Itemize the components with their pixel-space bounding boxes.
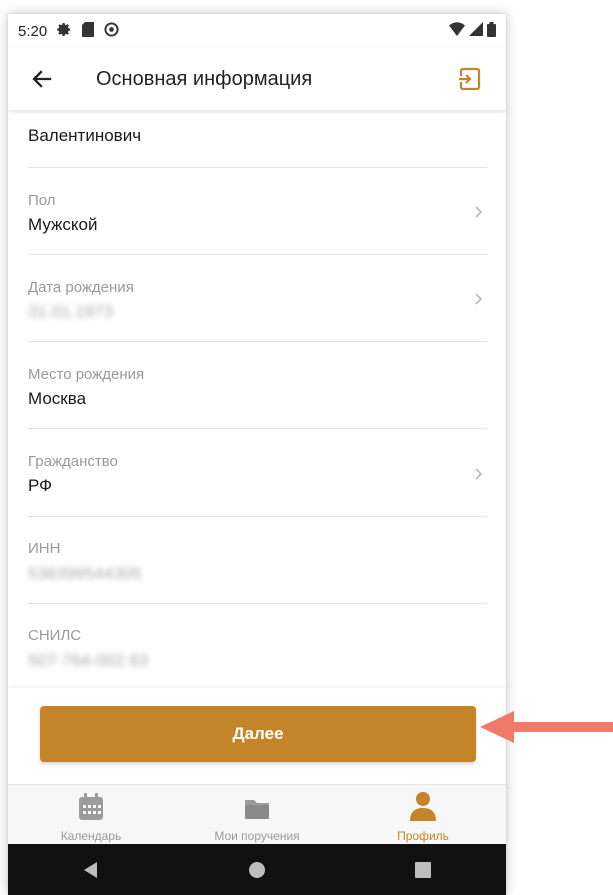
page-title: Основная информация: [96, 68, 313, 90]
nav-item-tasks[interactable]: Мои поручения: [174, 785, 340, 845]
field-label: ИНН: [28, 540, 61, 557]
field-patronymic: Валентинович: [28, 110, 487, 168]
status-time: 5:20: [18, 22, 48, 40]
nav-item-profile[interactable]: Профиль: [340, 785, 506, 845]
square-recents-icon: [415, 861, 431, 878]
status-right: [449, 21, 496, 41]
field-value: 536399544305: [28, 564, 142, 583]
calendar-icon: [79, 793, 103, 820]
chevron-right-icon: [475, 293, 483, 305]
nav-item-calendar[interactable]: Календарь: [8, 785, 174, 845]
system-recents-button[interactable]: [403, 850, 443, 890]
field-snils[interactable]: СНИЛС 507-764-002 83: [28, 604, 487, 688]
nav-label: Мои поручения: [214, 829, 300, 843]
footer-area: Далее: [8, 688, 506, 784]
phone-screen: 5:20 Основная информация Валентинович По…: [8, 14, 506, 895]
field-label: Гражданство: [28, 453, 118, 470]
person-icon: [410, 792, 436, 821]
triangle-back-icon: [84, 861, 97, 878]
field-citizenship[interactable]: Гражданство РФ: [28, 429, 487, 517]
app-bar: Основная информация: [8, 48, 506, 110]
pointer-arrow-icon: [480, 711, 613, 743]
field-inn[interactable]: ИНН 536399544305: [28, 517, 487, 604]
bottom-nav: Календарь Мои поручения Профиль: [8, 784, 506, 845]
system-home-button[interactable]: [237, 850, 277, 890]
field-label: Дата рождения: [28, 279, 134, 296]
field-label: СНИЛС: [28, 627, 82, 644]
gear-icon: [57, 22, 72, 41]
nav-label: Календарь: [60, 829, 122, 843]
chevron-right-icon: [475, 468, 483, 480]
field-value: Валентинович: [28, 126, 142, 145]
system-nav-bar: [8, 844, 506, 895]
field-value: РФ: [28, 476, 53, 495]
logout-icon[interactable]: [456, 66, 482, 92]
system-back-button[interactable]: [71, 850, 111, 890]
field-label: Место рождения: [28, 366, 145, 383]
signal-icon: [469, 22, 483, 40]
field-value: Мужской: [28, 215, 98, 234]
chevron-right-icon: [475, 206, 483, 218]
sd-card-icon: [82, 21, 95, 41]
field-value: 31.01.1973: [28, 302, 114, 321]
wifi-icon: [449, 22, 465, 40]
status-bar: 5:20: [8, 14, 506, 48]
circle-home-icon: [249, 861, 265, 878]
field-birth-place[interactable]: Место рождения Москва: [28, 342, 487, 429]
next-button[interactable]: Далее: [40, 706, 476, 762]
field-gender[interactable]: Пол Мужской: [28, 168, 487, 255]
field-value: 507-764-002 83: [28, 651, 149, 670]
field-label: Пол: [28, 192, 56, 209]
nav-label: Профиль: [397, 829, 449, 843]
sync-icon: [104, 21, 119, 41]
info-list: Валентинович Пол Мужской Дата рождения 3…: [8, 110, 506, 688]
field-birth-date[interactable]: Дата рождения 31.01.1973: [28, 255, 487, 342]
battery-icon: [487, 21, 496, 41]
field-value: Москва: [28, 389, 87, 408]
back-arrow-icon[interactable]: [30, 67, 54, 91]
folder-icon: [245, 800, 269, 819]
